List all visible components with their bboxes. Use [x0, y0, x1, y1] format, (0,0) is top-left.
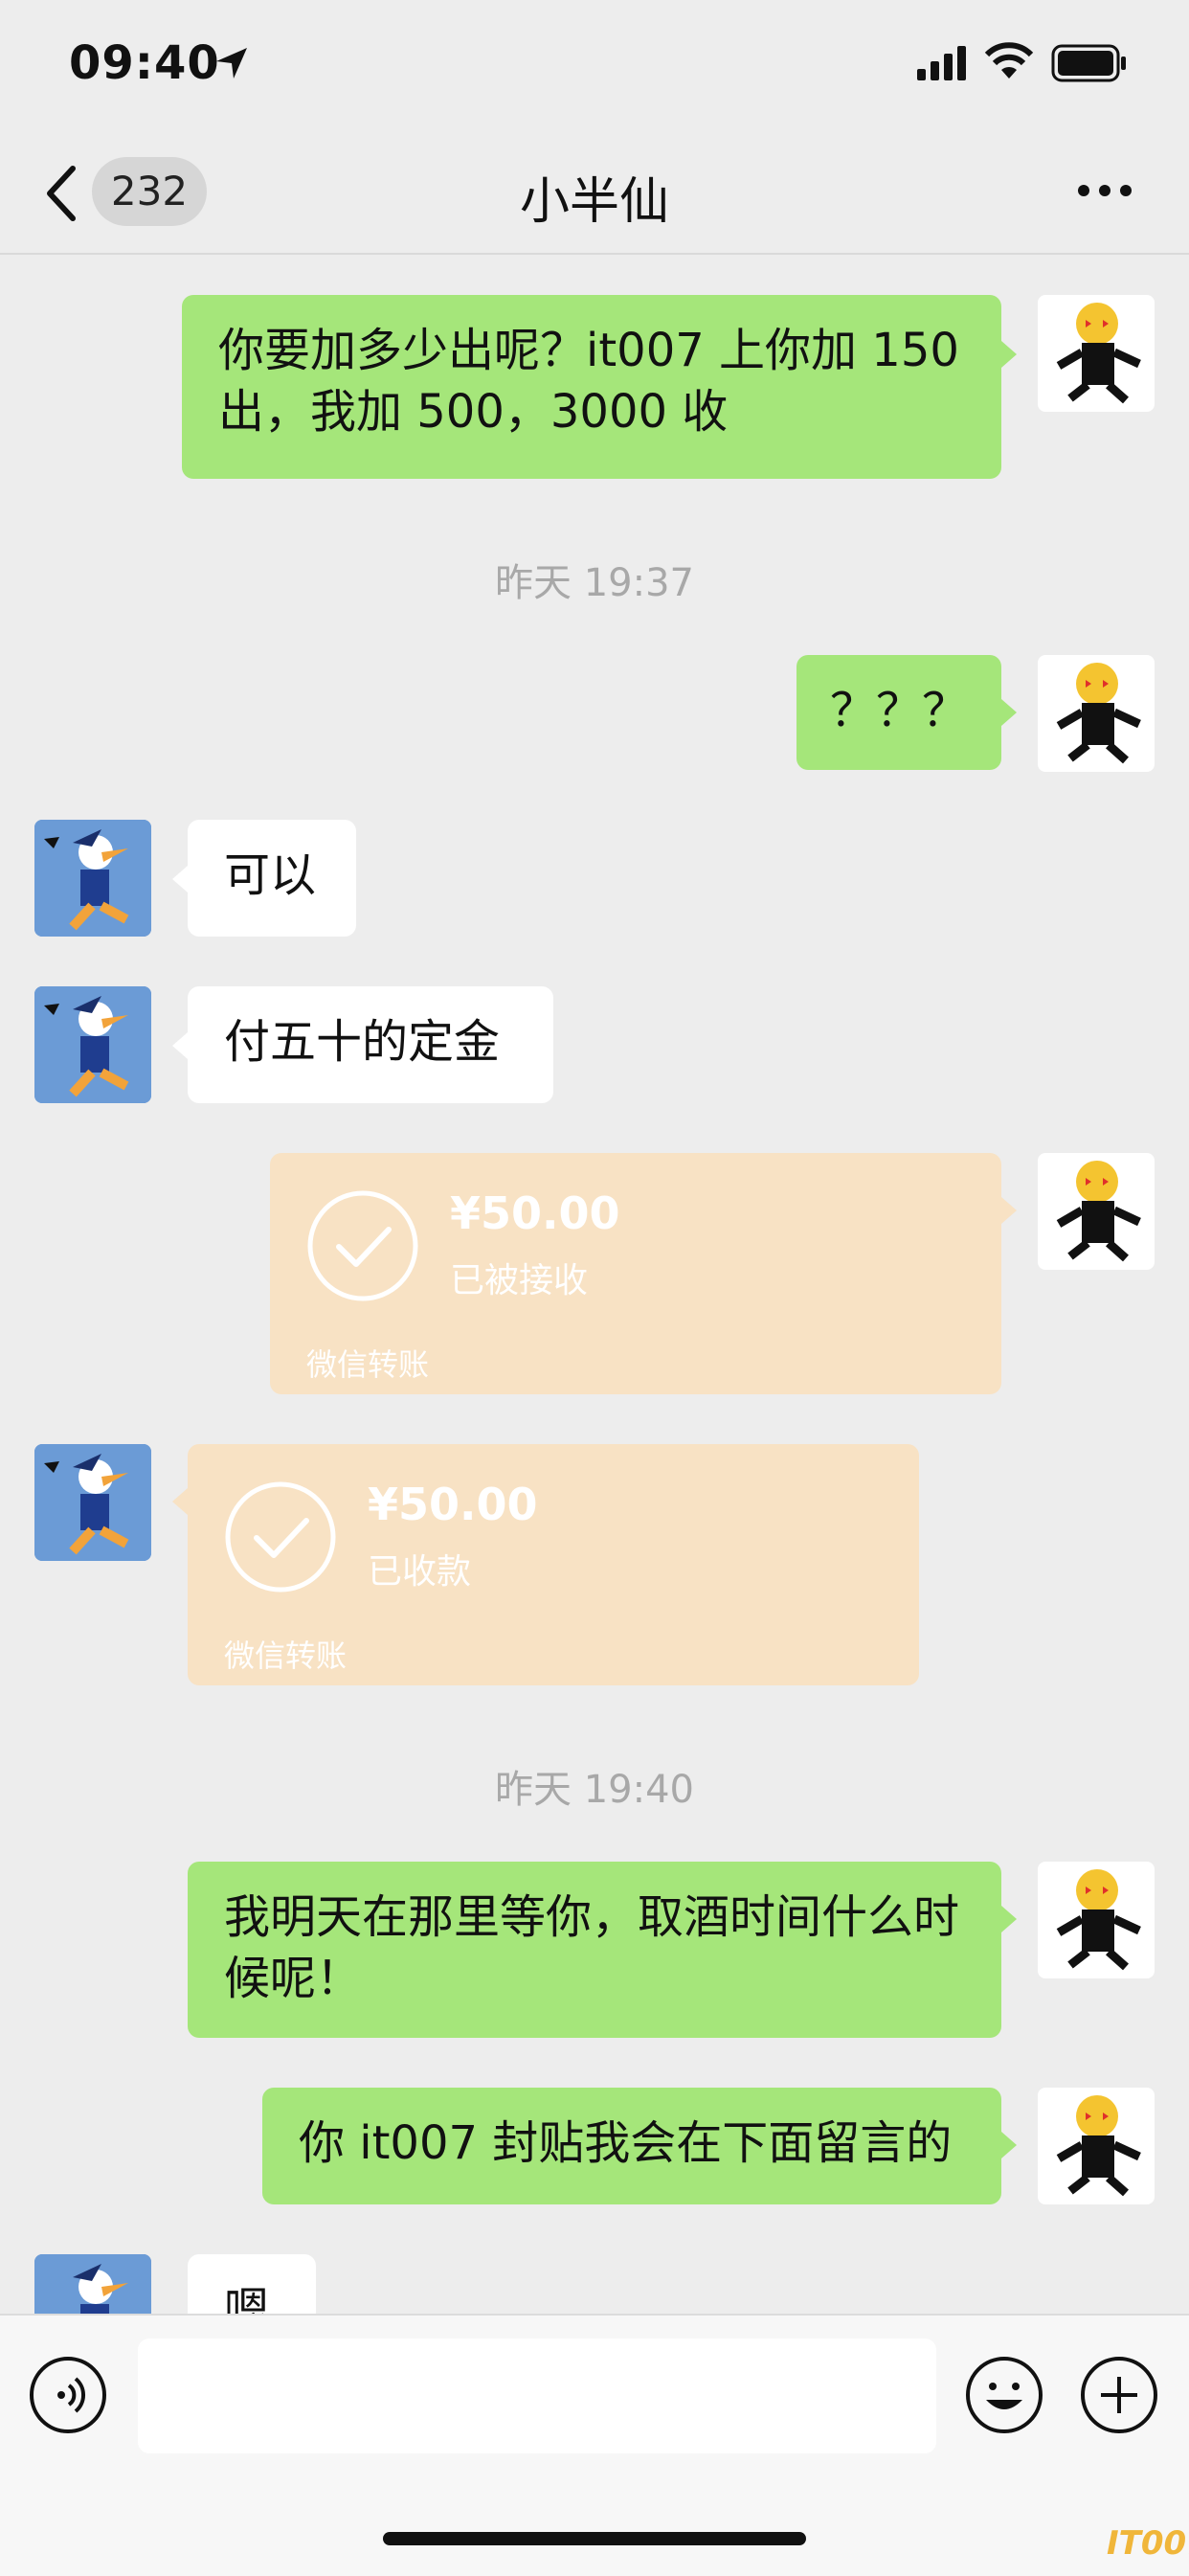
transfer-status: 已收款 [368, 1552, 472, 1592]
home-indicator[interactable] [383, 2532, 806, 2545]
wifi-icon [984, 42, 1034, 79]
cellular-signal-icon [917, 46, 966, 80]
outgoing-message[interactable]: 我明天在那里等你，取酒时间什么时候呢！ [188, 1862, 1001, 2038]
sticker-avatar-icon [1056, 1869, 1141, 1971]
sticker-avatar-icon [1056, 303, 1141, 404]
transfer-card-received[interactable]: ¥50.00 已收款 微信转账 [188, 1444, 919, 1685]
timestamp: 昨天 19:37 [495, 561, 694, 605]
timestamp: 昨天 19:40 [495, 1768, 694, 1812]
transfer-status: 已被接收 [450, 1261, 589, 1300]
my-avatar[interactable] [1038, 655, 1155, 772]
transfer-amount: ¥50.00 [450, 1187, 620, 1239]
cartoon-duck-avatar-icon [34, 1444, 151, 1561]
outgoing-message[interactable]: 你 it007 封贴我会在下面留言的 [262, 2088, 1001, 2204]
add-more-icon[interactable] [1080, 2356, 1158, 2434]
sticker-avatar-icon [1056, 2095, 1141, 2197]
incoming-message[interactable]: 可以 [188, 820, 356, 937]
battery-icon [1051, 44, 1126, 82]
my-avatar[interactable] [1038, 1153, 1155, 1270]
status-time: 09:40 [69, 36, 220, 90]
transfer-label: 微信转账 [224, 1638, 348, 1674]
outgoing-message[interactable]: ？？？ [796, 655, 1001, 770]
bubble-tail [1001, 1197, 1017, 1224]
cartoon-duck-avatar-icon [34, 986, 151, 1103]
bubble-tail [172, 1488, 188, 1515]
sticker-avatar-icon [1056, 663, 1141, 764]
cartoon-duck-avatar-icon [34, 820, 151, 937]
chat-header: 232 小半仙 [0, 134, 1189, 255]
incoming-message[interactable]: 付五十的定金 [188, 986, 553, 1103]
bubble-tail [1001, 1906, 1017, 1932]
my-avatar[interactable] [1038, 2088, 1155, 2204]
sticker-avatar-icon [1056, 1161, 1141, 1262]
outgoing-message[interactable]: 你要加多少出呢？it007 上你加 150 出，我加 500，3000 收 [182, 295, 1001, 479]
chat-title: 小半仙 [519, 173, 669, 231]
bubble-tail [1001, 341, 1017, 368]
bubble-tail [172, 1032, 188, 1059]
watermark-logo: IT007 [1107, 2524, 1189, 2563]
contact-avatar[interactable] [34, 820, 151, 937]
check-circle-icon [307, 1190, 418, 1301]
status-bar: 09:40 [0, 0, 1189, 134]
emoji-icon[interactable] [965, 2356, 1043, 2434]
contact-avatar[interactable] [34, 986, 151, 1103]
transfer-amount: ¥50.00 [368, 1479, 538, 1530]
bubble-tail [1001, 2132, 1017, 2158]
my-avatar[interactable] [1038, 1862, 1155, 1978]
bubble-tail [172, 866, 188, 893]
my-avatar[interactable] [1038, 295, 1155, 412]
contact-avatar[interactable] [34, 1444, 151, 1561]
transfer-label: 微信转账 [306, 1346, 430, 1383]
bubble-tail [1001, 699, 1017, 726]
check-circle-icon [225, 1481, 336, 1593]
more-options-icon[interactable] [1076, 176, 1133, 205]
message-input[interactable] [138, 2339, 936, 2453]
transfer-card-sent[interactable]: ¥50.00 已被接收 微信转账 [270, 1153, 1001, 1394]
voice-input-icon[interactable] [29, 2356, 107, 2434]
location-arrow-icon [216, 48, 247, 79]
